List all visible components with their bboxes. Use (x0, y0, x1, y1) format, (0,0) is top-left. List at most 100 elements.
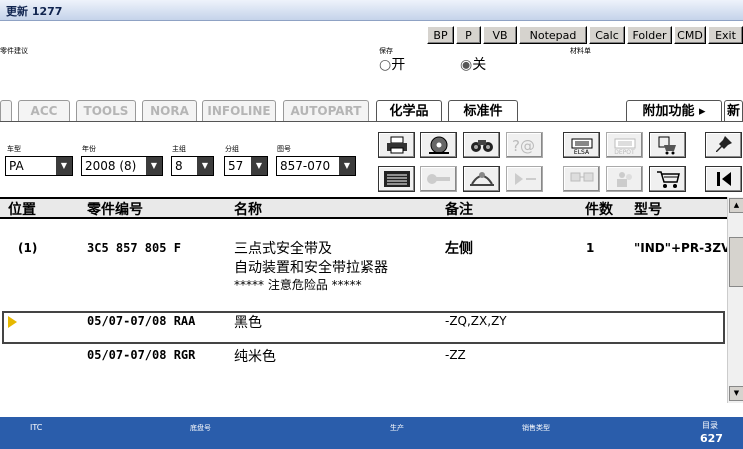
elsa-label: ELSA (573, 149, 590, 156)
chevron-down-icon[interactable]: ▼ (251, 157, 267, 175)
list-button[interactable] (378, 166, 415, 192)
cart-person-button[interactable] (649, 132, 686, 158)
p-button[interactable]: P (456, 26, 481, 44)
header-quantity: 件数 (585, 202, 613, 218)
filter-year-label: 年份 (82, 145, 96, 153)
radio-on[interactable]: ○开 (379, 54, 405, 74)
exit-button[interactable]: Exit (708, 26, 743, 44)
cart-person-icon (658, 136, 676, 155)
extras-label: 附加功能 (642, 104, 695, 119)
main-group-value: 8 (175, 159, 183, 173)
first-page-button[interactable] (705, 166, 742, 192)
status-itc: ITC (30, 423, 43, 432)
depot-label: DEPOT (614, 149, 635, 156)
tab-infoline[interactable]: INFOLINE (202, 100, 276, 122)
tab-chemicals[interactable]: 化学品 (376, 100, 442, 122)
chevron-down-icon[interactable]: ▼ (146, 157, 162, 175)
cart-icon (656, 171, 680, 188)
material-list-label: 材料单 (570, 47, 591, 55)
query-icon: ?@ (512, 137, 535, 154)
tab-partial[interactable] (0, 100, 12, 122)
tab-autopart[interactable]: AUTOPART (283, 100, 369, 122)
status-catalog-label: 目录 (702, 421, 718, 430)
disc-icon (428, 136, 449, 154)
search-button[interactable] (463, 132, 500, 158)
extras-arrow-icon: ▸ (699, 104, 706, 119)
row-part-number: 05/07-07/08 RAA (87, 314, 196, 328)
row-note: -ZQ,ZX,ZY (445, 314, 507, 328)
key-icon (426, 174, 450, 184)
first-page-icon (716, 172, 731, 186)
pin-icon (715, 136, 732, 152)
scroll-thumb[interactable] (729, 237, 743, 287)
drawing-select[interactable]: 857-070 ▼ (276, 156, 356, 176)
radio-on-label: 开 (391, 57, 406, 73)
calc-button[interactable]: Calc (589, 26, 625, 44)
row-name-line1: 黑色 (234, 315, 262, 331)
header-position: 位置 (8, 202, 36, 218)
sub-group-value: 57 (228, 159, 244, 173)
people-button[interactable] (606, 166, 643, 192)
svg-text:?@: ?@ (512, 137, 535, 154)
key-button[interactable] (420, 166, 457, 192)
folder-button[interactable]: Folder (627, 26, 672, 44)
print-button[interactable] (378, 132, 415, 158)
list-icon (383, 171, 410, 187)
header-model: 型号 (634, 202, 662, 218)
binoculars-icon (470, 140, 493, 152)
extras-menu[interactable]: 附加功能 ▸ (626, 100, 722, 122)
tab-standard-parts[interactable]: 标准件 (448, 100, 518, 122)
row-position: (1) (18, 241, 38, 255)
sub-group-select[interactable]: 57 ▼ (224, 156, 268, 176)
pin-button[interactable] (705, 132, 742, 158)
row-name-line2: 自动装置和安全带拉紧器 (234, 260, 388, 276)
radio-on-circle-icon: ○ (379, 57, 392, 73)
tab-nora[interactable]: NORA (142, 100, 197, 122)
model-value: PA (9, 159, 24, 173)
vertical-scrollbar[interactable]: ▲ ▼ (727, 197, 743, 403)
row-name-line3: ***** 注意危险品 ***** (234, 278, 362, 292)
radio-off[interactable]: ◉关 (460, 54, 486, 74)
tab-baseline (0, 121, 743, 122)
scroll-up-icon[interactable]: ▲ (729, 198, 743, 213)
tab-tools[interactable]: TOOLS (76, 100, 136, 122)
chevron-down-icon[interactable]: ▼ (56, 157, 72, 175)
cmd-button[interactable]: CMD (674, 26, 706, 44)
radio-off-label: 关 (472, 57, 487, 73)
bp-button[interactable]: BP (427, 26, 454, 44)
depot-button[interactable]: DEPOT (606, 132, 643, 158)
chassis-button[interactable] (463, 166, 500, 192)
main-group-select[interactable]: 8 ▼ (171, 156, 214, 176)
row-name-line1: 纯米色 (234, 349, 276, 365)
row-quantity: 1 (586, 241, 595, 255)
year-select[interactable]: 2008 (8) ▼ (81, 156, 163, 176)
cart-button[interactable] (649, 166, 686, 192)
filter-model-label: 车型 (7, 145, 21, 153)
query-button[interactable]: ?@ (506, 132, 543, 158)
play-icon (514, 173, 536, 185)
chevron-down-icon[interactable]: ▼ (339, 157, 355, 175)
notepad-button[interactable]: Notepad (519, 26, 587, 44)
tab-acc[interactable]: ACC (18, 100, 70, 122)
new-tab[interactable]: 新 (724, 100, 743, 122)
radio-off-selected-icon: ◉ (460, 57, 473, 73)
window-title: 更新 1277 (6, 5, 63, 18)
chassis-icon (469, 172, 494, 186)
drawing-value: 857-070 (280, 159, 331, 173)
disc-button[interactable] (420, 132, 457, 158)
row-name-line1: 三点式安全带及 (234, 241, 332, 257)
row-pointer-icon (8, 316, 17, 328)
status-bar: ITC 底盘号 生产 销售类型 目录 627 (0, 417, 743, 449)
model-select[interactable]: PA ▼ (5, 156, 73, 176)
row-note: -ZZ (445, 348, 466, 362)
part-suggestion-label: 零件建议 (0, 47, 28, 55)
chevron-down-icon[interactable]: ▼ (197, 157, 213, 175)
computers-button[interactable] (563, 166, 600, 192)
header-note: 备注 (445, 202, 473, 218)
play-button[interactable] (506, 166, 543, 192)
elsa-button[interactable]: ELSA (563, 132, 600, 158)
vb-button[interactable]: VB (483, 26, 517, 44)
scroll-down-icon[interactable]: ▼ (729, 386, 743, 401)
year-value: 2008 (8) (85, 159, 137, 173)
status-production: 生产 (390, 424, 404, 432)
